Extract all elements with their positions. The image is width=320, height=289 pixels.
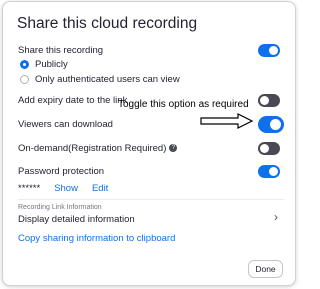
dialog-title: Share this cloud recording <box>17 15 198 32</box>
toggle-knob <box>260 96 269 105</box>
show-password-link[interactable]: Show <box>54 183 78 194</box>
password-protection-label: Password protection <box>18 166 105 177</box>
radio-publicly[interactable]: Publicly <box>20 59 68 70</box>
password-mask: ****** <box>18 183 41 194</box>
toggle-knob <box>260 144 269 153</box>
radio-button-unchecked <box>20 75 29 84</box>
right-arrow-icon <box>200 113 254 129</box>
done-button[interactable]: Done <box>248 260 283 278</box>
radio-authenticated-only[interactable]: Only authenticated users can view <box>20 74 180 85</box>
share-dialog: Share this cloud recording Share this re… <box>2 1 296 286</box>
viewers-download-label: Viewers can download <box>18 119 113 130</box>
viewers-download-toggle[interactable] <box>258 116 284 133</box>
expiry-toggle[interactable] <box>258 94 280 107</box>
copy-sharing-info-link[interactable]: Copy sharing information to clipboard <box>18 233 175 244</box>
expiry-label: Add expiry date to the link <box>18 95 128 106</box>
on-demand-toggle[interactable] <box>258 142 280 155</box>
chevron-right-icon[interactable]: › <box>274 210 278 224</box>
display-detailed-info[interactable]: Display detailed information <box>18 214 135 225</box>
radio-authenticated-label: Only authenticated users can view <box>35 74 180 85</box>
edit-password-link[interactable]: Edit <box>92 183 108 194</box>
on-demand-label: On-demand(Registration Required)? <box>18 143 178 154</box>
radio-button-checked <box>20 60 29 69</box>
annotation-text: Toggle this option as required <box>118 99 249 110</box>
radio-publicly-label: Publicly <box>35 59 68 70</box>
on-demand-text: On-demand(Registration Required) <box>18 143 167 154</box>
toggle-knob <box>269 167 278 176</box>
toggle-knob <box>269 46 278 55</box>
password-protection-toggle[interactable] <box>258 165 280 178</box>
share-recording-toggle[interactable] <box>258 44 280 57</box>
toggle-knob <box>270 119 281 130</box>
link-info-heading: Recording Link Information <box>18 204 102 211</box>
share-recording-label: Share this recording <box>18 45 104 56</box>
divider <box>18 199 284 200</box>
password-row: ****** Show Edit <box>18 183 108 194</box>
info-icon[interactable]: ? <box>169 144 178 153</box>
